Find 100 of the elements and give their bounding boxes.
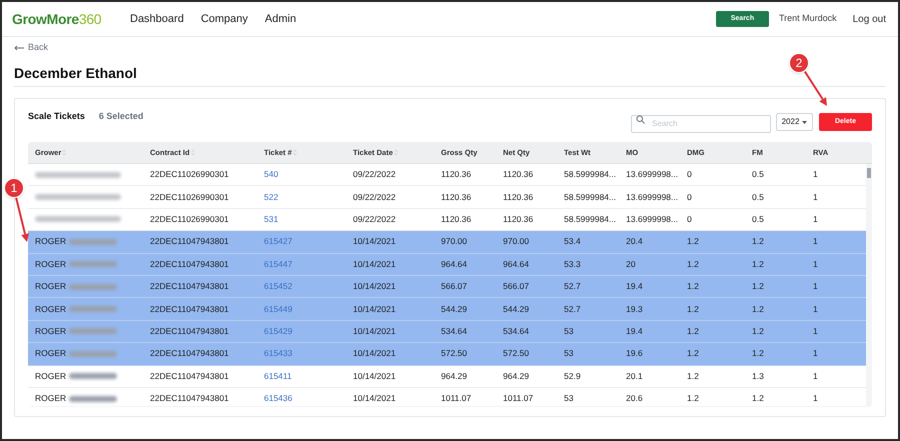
table-cell-text: 544.29 (440, 302, 468, 316)
table-cell-text: 53 (563, 347, 574, 360)
table-cell-text: 13.6999998... (625, 168, 679, 182)
table-cell-text: 22DEC11047943801 (149, 370, 230, 383)
caret-icon (802, 120, 808, 124)
table-cell-text: 1.2 (686, 347, 700, 360)
table-cell-text: 1120.36 (502, 213, 534, 226)
table-cell-text: 22DEC11047943801 (149, 325, 230, 338)
ticket-link[interactable]: 615436 (257, 392, 346, 405)
table-cell-text: 20 (625, 258, 636, 271)
table-cell-text: 534.64 (502, 325, 530, 338)
ticket-link[interactable]: 531 (257, 213, 346, 226)
nav-link[interactable]: Admin (264, 10, 296, 28)
table-cell-text: 1.2 (751, 258, 765, 271)
table-row[interactable]: ROGER 22DEC11047943801 615449 10/14/2021 544.29 544.29 52.7 19.3 1.2 1.2 1 (28, 298, 866, 321)
table-row[interactable]: ROGER 22DEC11047943801 615411 10/14/2021 964.29 964.29 52.9 20.1 1.2 1.3 1 (28, 366, 866, 388)
table-cell: ROGER (35, 347, 66, 360)
callout-arrow (15, 198, 29, 242)
table-cell-text: 1120.36 (440, 168, 472, 182)
table-cell-text: 1120.36 (502, 190, 534, 204)
year-dropdown[interactable]: 2022 (776, 113, 813, 131)
table-cell-text: 0.5 (751, 190, 765, 204)
table-cell-text: 53.4 (563, 235, 582, 248)
table-cell-text: 970.00 (440, 235, 468, 248)
table-cell-text: 09/22/2022 (352, 190, 397, 204)
sort-icon[interactable] (190, 149, 195, 156)
logo[interactable]: GrowMore360 (12, 8, 102, 30)
scrollbar-thumb[interactable] (867, 168, 871, 178)
table-cell-text: 1.2 (686, 280, 700, 294)
table-cell-text: 964.29 (440, 370, 468, 383)
table-row[interactable]: ROGER 22DEC11047943801 615452 10/14/2021 566.07 566.07 52.7 19.4 1.2 1.2 1 (28, 276, 866, 298)
nav-link[interactable]: Dashboard (130, 10, 184, 28)
table-cell-text: 1.2 (751, 302, 765, 316)
table-cell-text: 0 (686, 190, 693, 204)
table-row[interactable]: ROGER 22DEC11047943801 615447 10/14/2021 964.64 964.64 53.3 20 1.2 1.2 1 (28, 254, 866, 276)
table-cell-text: 572.50 (502, 347, 530, 360)
table-cell-text: 10/14/2021 (352, 258, 397, 271)
table-cell-text: 1.2 (751, 392, 765, 405)
sort-icon[interactable] (292, 149, 297, 156)
nav-link[interactable]: Company (200, 10, 248, 28)
table-cell-text: 09/22/2022 (352, 168, 397, 182)
table-cell-text: 1.2 (686, 392, 700, 405)
table-row[interactable]: ROGER 22DEC11047943801 615427 10/14/2021 970.00 970.00 53.4 20.4 1.2 1.2 1 (28, 231, 866, 254)
logout-link[interactable]: Log out (852, 12, 886, 26)
table-cell-text: 22DEC11047943801 (149, 392, 230, 405)
table-cell-text: 10/14/2021 (352, 347, 397, 360)
table-cell-text: 22DEC11047943801 (149, 258, 230, 271)
table-cell-text: 1011.07 (440, 392, 472, 405)
table-row[interactable]: ROGER 22DEC11047943801 615429 10/14/2021 534.64 534.64 53 19.4 1.2 1.2 1 (28, 320, 866, 344)
table-cell-text: 10/14/2021 (352, 302, 397, 316)
table-cell-text: 1 (812, 168, 819, 182)
table-cell-text: 20.6 (625, 392, 644, 405)
table-cell-text: 1.2 (686, 370, 700, 383)
table-cell-text: 1.2 (751, 325, 765, 338)
table-cell-text: 53 (563, 325, 574, 338)
table-cell-text: 1 (812, 213, 819, 226)
table-cell-text: 20.4 (625, 235, 644, 248)
table-cell-text: 1 (812, 302, 819, 316)
ticket-link[interactable]: 522 (257, 190, 346, 204)
table-row[interactable]: ROGER 22DEC11047943801 615433 10/14/2021 572.50 572.50 53 19.6 1.2 1.2 1 (28, 343, 866, 366)
table-cell-text: 1.2 (686, 302, 700, 316)
table-cell-text: 10/14/2021 (352, 235, 397, 248)
table-cell-text: 1 (812, 235, 819, 248)
table-cell-text: 19.4 (625, 280, 644, 294)
table-cell-text: 1 (812, 190, 819, 204)
table-cell-text: 52.9 (563, 370, 582, 383)
search-icon (636, 114, 645, 124)
table-cell-text: 0.5 (751, 168, 765, 182)
card-title: Scale Tickets (28, 110, 85, 124)
user-name[interactable]: Trent Murdock (778, 12, 837, 26)
ticket-link[interactable]: 540 (257, 168, 346, 182)
table-cell-text: 0 (686, 213, 693, 226)
table-cell-text: 19.6 (625, 347, 644, 360)
table-cell-text: 22DEC11047943801 (149, 280, 230, 294)
sort-icon[interactable] (62, 149, 66, 156)
search-field[interactable]: Search (631, 114, 771, 132)
table-cell-text: 22DEC11047943801 (149, 347, 230, 360)
table-cell-text: 13.6999998... (625, 213, 679, 226)
table-cell-text: 20.1 (625, 370, 644, 383)
table-cell-text: 1.3 (751, 370, 765, 383)
table-cell-text: 1120.36 (502, 168, 534, 182)
table-cell-text: 0 (686, 168, 693, 182)
table-cell-text: 19.4 (625, 325, 644, 338)
table-cell: ROGER (35, 235, 66, 248)
sort-icon[interactable] (394, 149, 398, 156)
ticket-link[interactable]: 615411 (257, 370, 346, 383)
table-cell-text: 09/22/2022 (352, 213, 397, 226)
back-link[interactable]: Back (28, 41, 48, 55)
table-cell-text: 22DEC11026990301 (149, 168, 230, 182)
table-cell-text: 1.2 (751, 280, 765, 294)
table-cell-text: 1 (812, 347, 819, 360)
table-cell-text: 1.2 (686, 325, 700, 338)
back-arrow-icon[interactable] (14, 45, 24, 51)
callout-badge: 2 (789, 53, 809, 73)
table-cell: ROGER (35, 280, 66, 294)
table-cell-text: 58.5999984... (563, 213, 617, 226)
table-cell-text: 1120.36 (440, 190, 472, 204)
table-cell-text: 566.07 (502, 280, 530, 294)
table-cell: ROGER (35, 392, 66, 405)
table-cell-text: 13.6999998... (625, 190, 679, 204)
